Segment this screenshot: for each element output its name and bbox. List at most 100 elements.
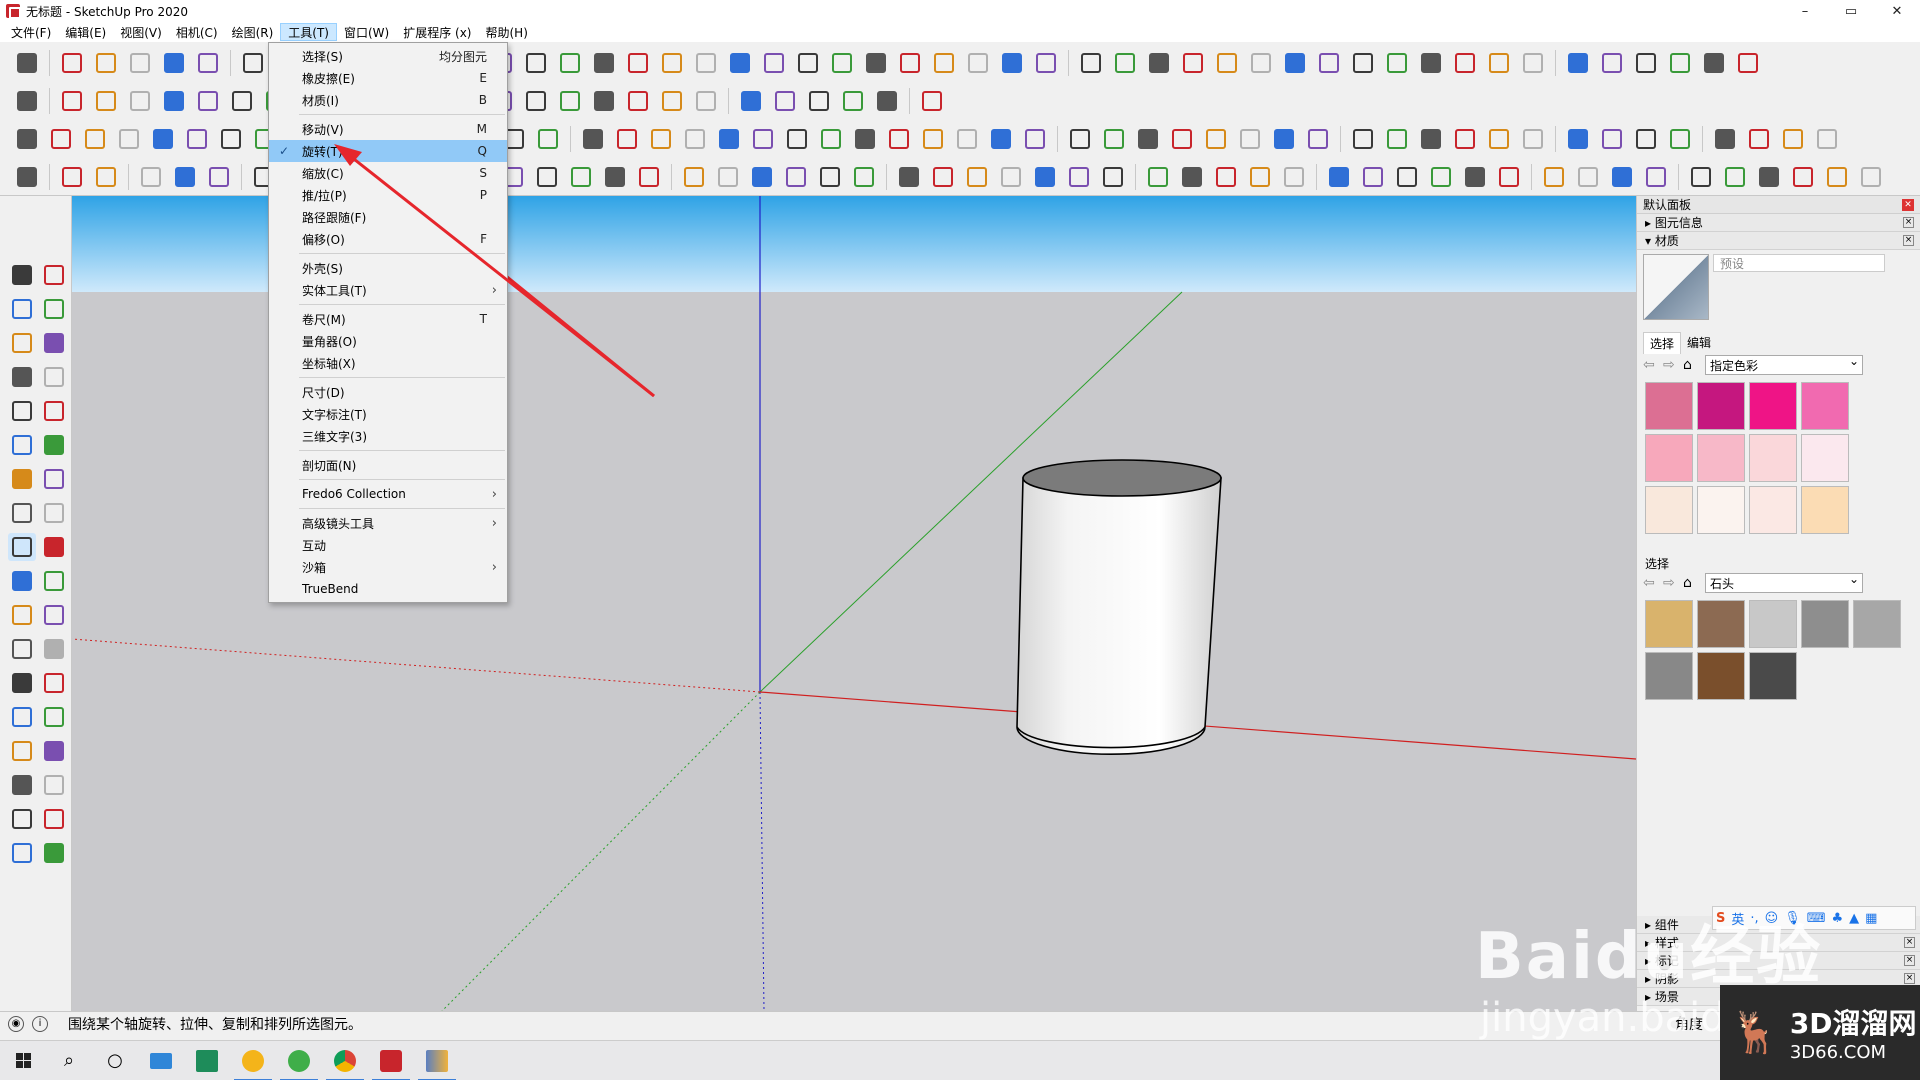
tab-edit[interactable]: 编辑 <box>1681 332 1717 354</box>
toolbar-tool-icon[interactable] <box>1564 49 1592 77</box>
toolbar-tool-icon[interactable] <box>1598 125 1626 153</box>
menu-item[interactable]: Fredo6 Collection › <box>269 483 507 505</box>
stone-swatch[interactable] <box>1853 600 1901 648</box>
toolbar-tool-icon[interactable] <box>1745 125 1773 153</box>
menu-extensions[interactable]: 扩展程序 (x) <box>396 23 478 41</box>
toolbar-tool-icon[interactable] <box>658 87 686 115</box>
toolbar-tool-icon[interactable] <box>783 125 811 153</box>
toolbar-tool-icon[interactable] <box>635 163 663 191</box>
toolbar-tool-icon[interactable] <box>1642 163 1670 191</box>
color-swatch[interactable] <box>1801 486 1849 534</box>
menu-item[interactable]: 材质(I) B <box>269 89 507 111</box>
toolbar-tool-icon[interactable] <box>963 163 991 191</box>
toolbar-tool-icon[interactable] <box>896 49 924 77</box>
toolbar-tool-icon[interactable] <box>1495 163 1523 191</box>
toolbar-tool-icon[interactable] <box>8 329 36 357</box>
toolbar-tool-icon[interactable] <box>556 49 584 77</box>
toolbar-tool-icon[interactable] <box>919 125 947 153</box>
toolbar-tool-icon[interactable] <box>918 87 946 115</box>
toolbar-tool-icon[interactable] <box>1393 163 1421 191</box>
toolbar-tool-icon[interactable] <box>1031 163 1059 191</box>
toolbar-tool-icon[interactable] <box>8 363 36 391</box>
color-swatch[interactable] <box>1645 382 1693 430</box>
toolbar-tool-icon[interactable] <box>579 125 607 153</box>
search-icon[interactable]: ⌕ <box>46 1041 92 1080</box>
app-icon-d[interactable] <box>414 1041 460 1080</box>
toolbar-tool-icon[interactable] <box>1632 49 1660 77</box>
app-icon-a[interactable] <box>184 1041 230 1080</box>
toolbar-tool-icon[interactable] <box>692 87 720 115</box>
toolbar-tool-icon[interactable] <box>885 125 913 153</box>
color-swatch[interactable] <box>1801 434 1849 482</box>
toolbar-tool-icon[interactable] <box>1417 49 1445 77</box>
stone-library-select[interactable]: 石头 <box>1705 572 1863 593</box>
toolbar-tool-icon[interactable] <box>217 125 245 153</box>
toolbar-tool-icon[interactable] <box>1065 163 1093 191</box>
toolbar-tool-icon[interactable] <box>590 87 618 115</box>
toolbar-tool-icon[interactable] <box>8 533 36 561</box>
chrome-icon[interactable] <box>322 1041 368 1080</box>
toolbar-tool-icon[interactable] <box>58 49 86 77</box>
toolbar-tool-icon[interactable] <box>1111 49 1139 77</box>
toolbar-tool-icon[interactable] <box>1134 125 1162 153</box>
toolbar-tool-icon[interactable] <box>40 431 68 459</box>
toolbar-tool-icon[interactable] <box>828 49 856 77</box>
toolbar-tool-icon[interactable] <box>40 703 68 731</box>
menu-item[interactable]: 推/拉(P) P <box>269 184 507 206</box>
toolbar-tool-icon[interactable] <box>680 163 708 191</box>
cylinder-model[interactable] <box>1016 459 1222 755</box>
toolbar-tool-icon[interactable] <box>714 163 742 191</box>
color-swatch[interactable] <box>1645 486 1693 534</box>
toolbar-tool-icon[interactable] <box>228 87 256 115</box>
toolbar-tool-icon[interactable] <box>8 771 36 799</box>
menu-item[interactable]: 卷尺(M) T <box>269 308 507 330</box>
toolbar-tool-icon[interactable] <box>681 125 709 153</box>
toolbar-tool-icon[interactable] <box>58 87 86 115</box>
toolbar-tool-icon[interactable] <box>8 261 36 289</box>
toolbar-tool-icon[interactable] <box>782 163 810 191</box>
toolbar-tool-icon[interactable] <box>8 635 36 663</box>
toolbar-tool-icon[interactable] <box>1145 49 1173 77</box>
toolbar-tool-icon[interactable] <box>692 49 720 77</box>
toolbar-tool-icon[interactable] <box>1021 125 1049 153</box>
toolbox-icon[interactable]: ♣ <box>1832 911 1844 926</box>
toolbar-tool-icon[interactable] <box>1427 163 1455 191</box>
menu-item[interactable]: 外壳(S) <box>269 257 507 279</box>
grid-icon[interactable]: ▦ <box>1865 911 1877 926</box>
toolbar-tool-icon[interactable] <box>8 567 36 595</box>
close-icon[interactable]: × <box>1904 955 1915 966</box>
toolbar-tool-icon[interactable] <box>1598 49 1626 77</box>
toolbar-tool-icon[interactable] <box>590 49 618 77</box>
toolbar-tool-icon[interactable] <box>1779 125 1807 153</box>
menu-item[interactable]: 沙箱 › <box>269 556 507 578</box>
toolbar-tool-icon[interactable] <box>624 49 652 77</box>
menu-item[interactable]: 缩放(C) S <box>269 162 507 184</box>
toolbar-tool-icon[interactable] <box>715 125 743 153</box>
toolbar-tool-icon[interactable] <box>194 49 222 77</box>
toolbar-tool-icon[interactable] <box>1519 49 1547 77</box>
toolbar-tool-icon[interactable] <box>987 125 1015 153</box>
menu-help[interactable]: 帮助(H) <box>478 23 534 41</box>
home-icon[interactable]: ⌂ <box>1683 575 1705 591</box>
toolbar-tool-icon[interactable] <box>1721 163 1749 191</box>
toolbar-tool-icon[interactable] <box>964 49 992 77</box>
menu-item[interactable]: 文字标注(T) <box>269 403 507 425</box>
toolbar-tool-icon[interactable] <box>40 329 68 357</box>
toolbar-tool-icon[interactable] <box>873 87 901 115</box>
stone-swatch[interactable] <box>1749 652 1797 700</box>
toolbar-tool-icon[interactable] <box>567 163 595 191</box>
material-name-field[interactable]: 预设 <box>1713 254 1885 272</box>
toolbar-tool-icon[interactable] <box>647 125 675 153</box>
color-swatch[interactable] <box>1801 382 1849 430</box>
toolbar-tool-icon[interactable] <box>1246 163 1274 191</box>
toolbar-tool-icon[interactable] <box>1813 125 1841 153</box>
toolbar-tool-icon[interactable] <box>998 49 1026 77</box>
toolbar-tool-icon[interactable] <box>8 295 36 323</box>
toolbar-tool-icon[interactable] <box>1564 125 1592 153</box>
toolbar-tool-icon[interactable] <box>1383 49 1411 77</box>
toolbar-tool-icon[interactable] <box>1100 125 1128 153</box>
toolbar-tool-icon[interactable] <box>1349 49 1377 77</box>
toolbar-tool-icon[interactable] <box>1270 125 1298 153</box>
toolbar-tool-icon[interactable] <box>794 49 822 77</box>
close-icon[interactable]: × <box>1903 217 1914 228</box>
